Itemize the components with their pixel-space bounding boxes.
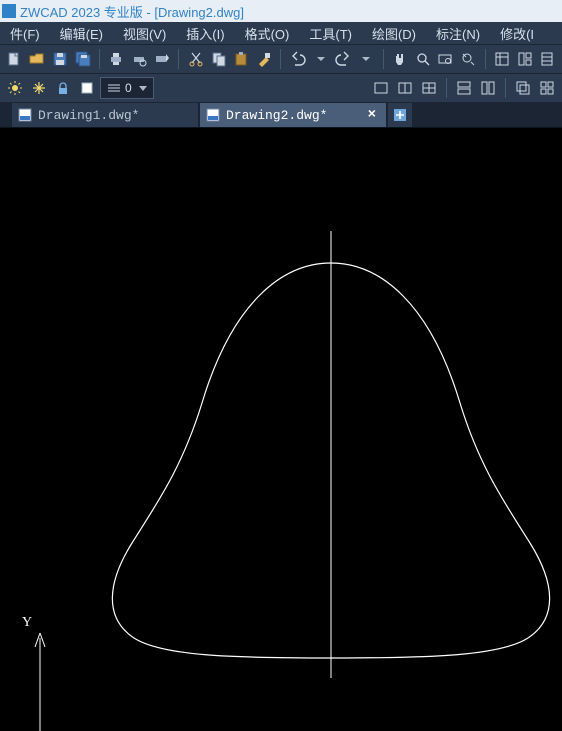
tab-drawing1[interactable]: Drawing1.dwg* [12, 103, 198, 127]
toolbar-separator [99, 49, 100, 69]
dwg-icon [206, 108, 222, 122]
design-center-button[interactable] [514, 48, 535, 70]
toolbar-separator [178, 49, 179, 69]
toolbar-separator [505, 78, 506, 98]
menu-draw[interactable]: 绘图(D) [362, 22, 426, 44]
tool-palettes-button[interactable] [537, 48, 558, 70]
tab-spacer [4, 103, 10, 127]
close-icon[interactable]: × [358, 107, 376, 123]
saveall-button[interactable] [72, 48, 93, 70]
line-icon [107, 82, 121, 94]
matchprop-button[interactable] [254, 48, 275, 70]
app-logo [2, 4, 16, 18]
viewport-four-button[interactable] [418, 77, 440, 99]
toolbar-separator [485, 49, 486, 69]
menu-dim[interactable]: 标注(N) [426, 22, 490, 44]
menu-tools-label: 工具(T) [309, 24, 352, 43]
menu-edit[interactable]: 编辑(E) [50, 22, 113, 44]
menu-insert[interactable]: 插入(I) [176, 22, 234, 44]
window-cascade-button[interactable] [512, 77, 534, 99]
redo-dropdown[interactable] [356, 48, 377, 70]
new-tab-button[interactable] [388, 103, 412, 127]
lineweight-dropdown[interactable]: 0 [100, 77, 154, 99]
new-button[interactable] [4, 48, 25, 70]
window-arrange-button[interactable] [536, 77, 558, 99]
save-button[interactable] [50, 48, 71, 70]
publish-button[interactable] [152, 48, 173, 70]
menu-dim-label: 标注(N) [436, 24, 480, 43]
toolbar-standard [0, 45, 562, 74]
menu-insert-label: 插入(I) [186, 24, 224, 43]
properties-button[interactable] [492, 48, 513, 70]
copy-button[interactable] [208, 48, 229, 70]
layer-light-icon[interactable] [4, 77, 26, 99]
tab-drawing2[interactable]: Drawing2.dwg* × [200, 103, 386, 127]
window-tile-h-button[interactable] [453, 77, 475, 99]
cut-button[interactable] [185, 48, 206, 70]
print-button[interactable] [106, 48, 127, 70]
zoom-window-button[interactable] [435, 48, 456, 70]
lineweight-value: 0 [125, 81, 132, 95]
menu-modify-label: 修改(I [500, 24, 534, 43]
open-button[interactable] [27, 48, 48, 70]
zoom-realtime-button[interactable] [412, 48, 433, 70]
menu-format-label: 格式(O) [245, 24, 290, 43]
drawing-svg: Y [0, 128, 562, 731]
undo-dropdown[interactable] [310, 48, 331, 70]
menu-modify[interactable]: 修改(I [490, 22, 544, 44]
pan-button[interactable] [389, 48, 410, 70]
tab-drawing2-label: Drawing2.dwg* [226, 108, 327, 123]
toolbar-separator [446, 78, 447, 98]
menu-view[interactable]: 视图(V) [113, 22, 176, 44]
app-title: ZWCAD 2023 专业版 - [Drawing2.dwg] [20, 2, 244, 21]
menu-file[interactable]: 件(F) [0, 22, 50, 44]
paste-button[interactable] [231, 48, 252, 70]
axis-y-label: Y [22, 615, 32, 630]
menu-view-label: 视图(V) [123, 24, 166, 43]
chevron-down-icon [139, 86, 147, 91]
undo-button[interactable] [287, 48, 308, 70]
window-tile-v-button[interactable] [477, 77, 499, 99]
dwg-icon [18, 108, 34, 122]
document-tabs: Drawing1.dwg* Drawing2.dwg* × [0, 103, 562, 128]
axis-y-arrow [35, 633, 45, 731]
redo-button[interactable] [333, 48, 354, 70]
menu-file-label: 件(F) [10, 24, 40, 43]
layer-color-icon[interactable] [76, 77, 98, 99]
viewport-split-button[interactable] [394, 77, 416, 99]
menu-edit-label: 编辑(E) [60, 24, 103, 43]
layer-freeze-icon[interactable] [28, 77, 50, 99]
zoom-previous-button[interactable] [458, 48, 479, 70]
menu-tools[interactable]: 工具(T) [299, 22, 362, 44]
menu-draw-label: 绘图(D) [372, 24, 416, 43]
layer-lock-icon[interactable] [52, 77, 74, 99]
drawing-canvas[interactable]: Y [0, 128, 562, 731]
tab-drawing1-label: Drawing1.dwg* [38, 108, 139, 123]
toolbar-properties: 0 [0, 74, 562, 103]
title-bar: ZWCAD 2023 专业版 - [Drawing2.dwg] [0, 0, 562, 22]
menu-bar: 件(F) 编辑(E) 视图(V) 插入(I) 格式(O) 工具(T) 绘图(D)… [0, 22, 562, 45]
toolbar-separator [280, 49, 281, 69]
viewport-single-button[interactable] [370, 77, 392, 99]
menu-format[interactable]: 格式(O) [235, 22, 300, 44]
toolbar-separator [383, 49, 384, 69]
print-preview-button[interactable] [129, 48, 150, 70]
